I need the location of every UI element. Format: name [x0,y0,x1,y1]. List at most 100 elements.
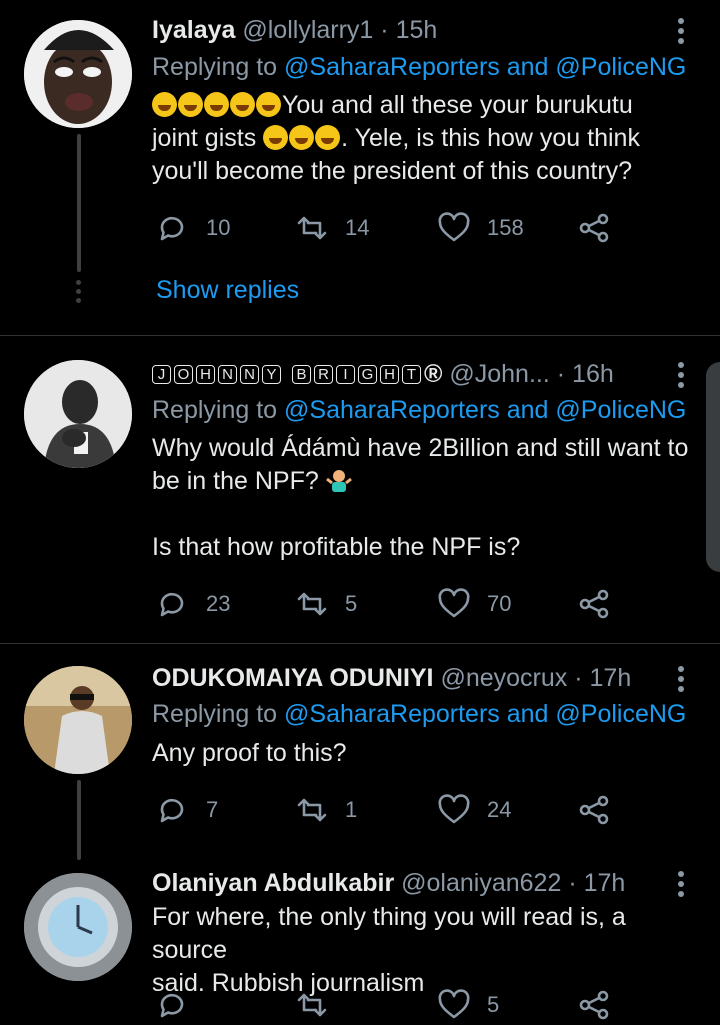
retweet-button[interactable]: 14 [295,208,369,248]
name-letter-box: G [358,365,377,384]
tweet-olaniyan[interactable]: Olaniyan Abdulkabir @olaniyan622 · 17h F… [0,859,720,1020]
laughing-emoji-group [263,124,341,152]
share-button[interactable] [577,208,627,248]
timestamp[interactable]: 16h [572,360,614,388]
share-button[interactable] [577,790,627,830]
name-letter-box: J [152,365,171,384]
user-handle[interactable]: @olaniyan622 [401,869,561,897]
more-options-icon[interactable] [678,666,686,696]
replying-to-links[interactable]: @SaharaReporters and @PoliceNG [284,53,686,81]
timestamp[interactable]: 17h [584,869,626,897]
separator: · [556,360,566,388]
reply-count: 10 [206,215,231,240]
name-letter-box: N [240,365,259,384]
avatar[interactable] [24,873,132,981]
avatar[interactable] [24,20,132,128]
reply-icon [160,592,184,617]
tweet-text-line: For where, the only thing you will read … [152,903,626,964]
tweet-actions: 7 1 24 [152,790,622,830]
reply-icon [160,216,184,241]
separator: · [574,664,583,692]
replying-to: Replying to @SaharaReporters and @Police… [152,50,686,84]
name-letter-box: H [380,365,399,384]
thread-dots [76,280,82,307]
retweet-button[interactable]: 5 [295,584,357,624]
replying-to-label: Replying to [152,53,285,81]
replying-to-links[interactable]: @SaharaReporters and @PoliceNG [284,700,686,728]
more-options-icon[interactable] [678,871,686,901]
replying-to-label: Replying to [152,396,285,424]
tweet-johnny-bright[interactable]: J O H N N Y B R I G H T ® @John... · 16h Replying to… [0,336,720,643]
reply-icon [160,993,184,1018]
retweet-count: 5 [345,591,358,616]
share-button[interactable] [577,985,627,1025]
display-name[interactable]: J O H N N Y B R I G H T ® [152,360,442,388]
tweet-iyalaya[interactable]: Iyalaya @lollylarry1 · 15h Replying to @… [0,0,720,335]
timestamp[interactable]: 17h [590,664,632,692]
avatar[interactable] [24,666,132,774]
tweet-text-line: Is that how profitable the NPF is? [152,533,521,561]
like-button[interactable]: 24 [437,790,511,830]
avatar[interactable] [24,360,132,468]
shrug-emoji [325,470,352,492]
like-button[interactable]: 5 [437,985,499,1025]
share-button[interactable] [577,584,627,624]
replying-to-label: Replying to [152,700,285,728]
user-handle[interactable]: @lollylarry1 [242,16,373,44]
display-name[interactable]: Olaniyan Abdulkabir [152,869,394,897]
tweet-header: ODUKOMAIYA ODUNIYI @neyocrux · 17h [152,660,660,696]
separator: · [568,869,577,897]
tweet-text-line: be in the NPF? [152,467,326,495]
tweet-text-line: you'll become the president of this coun… [152,157,633,185]
heart-icon [438,212,470,242]
user-handle[interactable]: @John... [449,360,549,388]
replying-to: Replying to @SaharaReporters and @Police… [152,697,686,731]
retweet-count: 1 [345,797,358,822]
reply-button[interactable]: 7 [156,790,218,830]
retweet-button[interactable]: 1 [295,790,357,830]
heart-icon [438,794,470,824]
name-letter-box: H [196,365,215,384]
name-letter-box: N [218,365,237,384]
tweet-odukomaiya[interactable]: ODUKOMAIYA ODUNIYI @neyocrux · 17h Reply… [0,644,720,860]
timestamp[interactable]: 15h [396,16,438,44]
tweet-actions: 10 14 158 [152,208,622,248]
share-icon [579,990,609,1020]
name-letter-box: Y [262,365,281,384]
replying-to: Replying to @SaharaReporters and @Police… [152,393,686,427]
show-replies-link[interactable]: Show replies [156,276,299,305]
tweet-text-line: Any proof to this? [152,739,347,767]
separator: · [380,16,389,44]
display-name[interactable]: ODUKOMAIYA ODUNIYI [152,664,434,692]
tweet-text: Any proof to this? [152,737,697,770]
tweet-header: Iyalaya @lollylarry1 · 15h [152,12,660,48]
registered-mark: ® [424,360,443,388]
display-name[interactable]: Iyalaya [152,16,235,44]
tweet-text-line: joint gists [152,124,264,152]
share-icon [579,795,609,825]
name-letter-box: R [314,365,333,384]
like-button[interactable]: 70 [437,584,511,624]
tweet-text-line: You and all these your burukutu [282,91,633,119]
thread-line [77,134,81,272]
more-options-icon[interactable] [678,18,686,48]
tweet-text-line: . Yele, is this how you think [341,124,640,152]
tweet-actions: 23 5 70 [152,584,622,624]
name-letter-box: T [402,365,421,384]
retweet-icon [297,216,327,240]
retweet-button[interactable] [295,985,345,1025]
user-handle[interactable]: @neyocrux [440,664,567,692]
reply-button[interactable]: 23 [156,584,230,624]
scrollbar[interactable] [706,362,720,572]
styled-name-letters: JOHNNYBRIGHT [152,360,424,388]
name-letter-box: O [174,365,193,384]
more-options-icon[interactable] [678,362,686,392]
reply-count: 7 [206,797,219,822]
tweet-actions: 5 [152,985,622,1025]
replying-to-links[interactable]: @SaharaReporters and @PoliceNG [284,396,686,424]
like-count: 24 [487,797,512,822]
retweet-icon [297,592,327,616]
reply-button[interactable] [156,985,206,1025]
like-button[interactable]: 158 [437,208,524,248]
reply-button[interactable]: 10 [156,208,230,248]
